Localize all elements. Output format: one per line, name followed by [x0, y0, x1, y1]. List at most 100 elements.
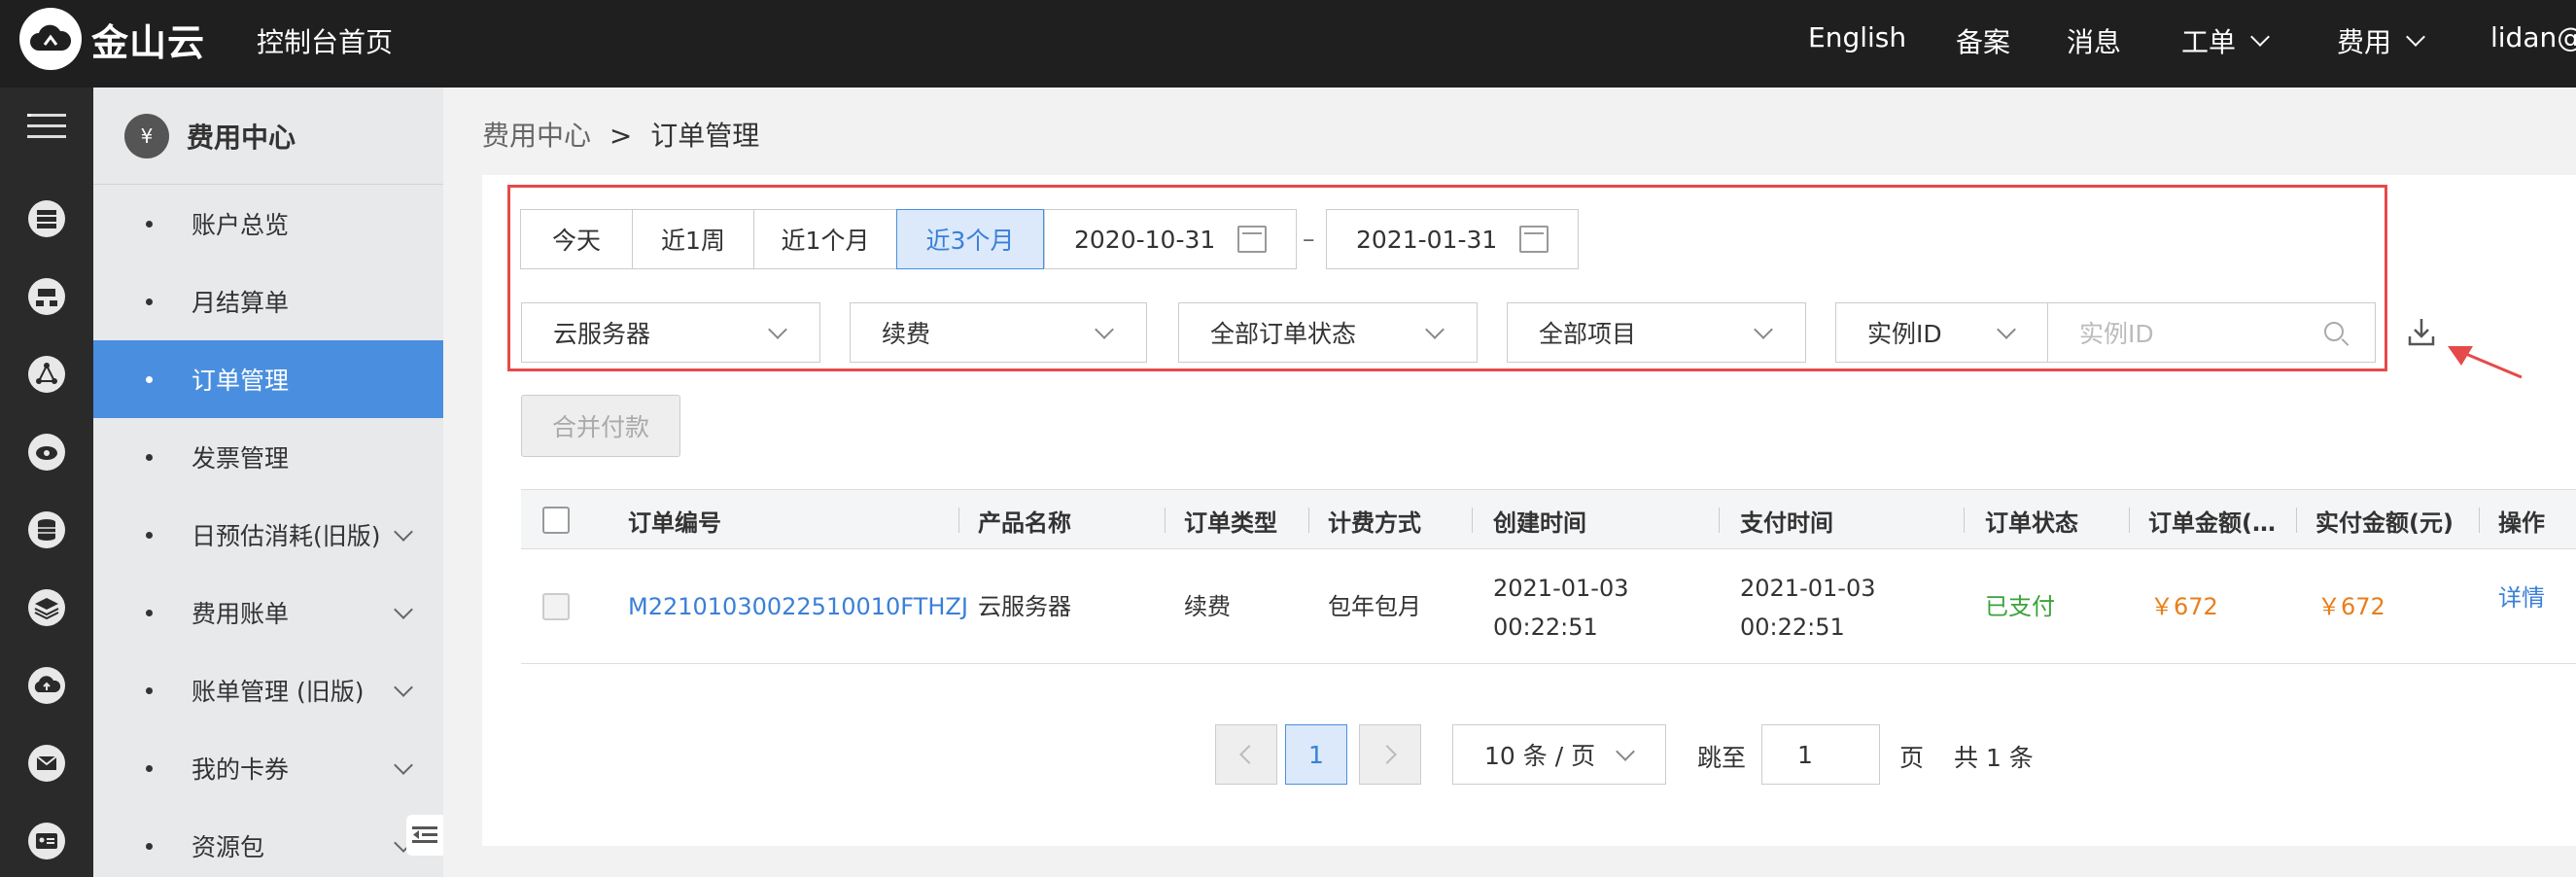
paid-amount-cell: ￥672 [2317, 593, 2385, 620]
sidebar-item-resource-packs[interactable]: 资源包 [93, 807, 443, 877]
breadcrumb-parent[interactable]: 费用中心 [482, 120, 591, 152]
instance-id-search-input[interactable]: 实例ID [2047, 302, 2376, 363]
brand-logo[interactable]: 金山云 [19, 8, 205, 70]
download-icon[interactable] [2407, 315, 2436, 348]
start-date-input[interactable]: 2020-10-31 [1044, 209, 1297, 269]
column-divider [1964, 508, 1965, 533]
network-icon[interactable] [0, 258, 93, 335]
tickets-menu[interactable]: 工单 [2181, 21, 2270, 60]
order-type-select[interactable]: 续费 [850, 302, 1147, 363]
bullet-icon [146, 453, 153, 461]
merge-payment-button[interactable]: 合并付款 [521, 395, 680, 457]
end-date-value: 2021-01-31 [1356, 225, 1498, 254]
column-header-product: 产品名称 [978, 509, 1071, 537]
product-icon-rail [0, 88, 93, 877]
collapse-sidebar-icon[interactable] [406, 815, 443, 856]
order-status-select[interactable]: 全部订单状态 [1178, 302, 1478, 363]
chevron-down-icon [394, 755, 413, 775]
bullet-icon [146, 531, 153, 539]
cloud-logo-icon [19, 8, 82, 70]
cloud-upload-icon[interactable] [0, 647, 93, 724]
column-header-order-id: 订单编号 [628, 509, 721, 537]
bullet-icon [146, 764, 153, 772]
annotation-arrow-icon [2448, 346, 2523, 379]
range-1-week-button[interactable]: 近1周 [632, 209, 754, 269]
sidebar-item-my-coupons[interactable]: 我的卡券 [93, 729, 443, 807]
paid-date: 2021-01-03 [1740, 575, 1876, 602]
chevron-down-icon [1616, 742, 1635, 761]
id-card-icon[interactable] [0, 802, 93, 877]
project-select[interactable]: 全部项目 [1507, 302, 1806, 363]
server-icon[interactable] [0, 180, 93, 258]
menu-icon[interactable] [0, 88, 93, 165]
chevron-down-icon [394, 600, 413, 619]
search-icon[interactable] [2324, 322, 2344, 341]
column-header-paid-time: 支付时间 [1740, 509, 1833, 537]
chevron-down-icon [1095, 320, 1114, 339]
layers-icon[interactable] [0, 569, 93, 647]
orders-table-header: 订单编号 产品名称 订单类型 计费方式 创建时间 支付时间 订单状态 订单金额(… [521, 489, 2576, 549]
sidebar-item-account-overview[interactable]: 账户总览 [93, 185, 443, 263]
messages-link[interactable]: 消息 [2067, 21, 2121, 60]
sidebar-item-daily-estimate[interactable]: 日预估消耗(旧版) [93, 496, 443, 574]
order-id-link[interactable]: M22101030022510010FTHZJ [628, 587, 968, 626]
status-badge: 已支付 [1985, 593, 2055, 620]
row-checkbox[interactable] [542, 593, 570, 620]
prev-page-button[interactable] [1215, 724, 1277, 785]
share-icon[interactable] [0, 335, 93, 413]
page-size-value: 10 条 / 页 [1484, 742, 1596, 770]
next-page-button[interactable] [1359, 724, 1421, 785]
database-icon[interactable] [0, 491, 93, 569]
details-link[interactable]: 详情 [2498, 579, 2545, 617]
page-unit-label: 页 [1899, 744, 1925, 772]
product-select[interactable]: 云服务器 [521, 302, 820, 363]
column-header-order-status: 订单状态 [1985, 509, 2078, 537]
column-header-created-time: 创建时间 [1493, 509, 1586, 537]
column-divider [1165, 508, 1166, 533]
end-date-input[interactable]: 2021-01-31 [1326, 209, 1579, 269]
range-3-months-button[interactable]: 近3个月 [896, 209, 1044, 269]
search-field-select-value: 实例ID [1867, 320, 1942, 348]
sidebar-item-invoice-management[interactable]: 发票管理 [93, 418, 443, 496]
sidebar-item-monthly-statement[interactable]: 月结算单 [93, 263, 443, 340]
chevron-down-icon [2406, 27, 2425, 47]
calendar-icon [1237, 226, 1267, 253]
range-1-month-button[interactable]: 近1个月 [753, 209, 897, 269]
tickets-label: 工单 [2181, 26, 2237, 58]
sidebar-item-bill-management-legacy[interactable]: 账单管理 (旧版) [93, 651, 443, 729]
mail-icon[interactable] [0, 724, 93, 802]
page-1-button[interactable]: 1 [1285, 724, 1347, 785]
filing-link[interactable]: 备案 [1956, 21, 2010, 60]
billing-method-cell: 包年包月 [1328, 593, 1421, 620]
created-clock: 00:22:51 [1493, 614, 1598, 641]
billing-label: 费用 [2337, 26, 2392, 58]
created-date: 2021-01-03 [1493, 575, 1629, 602]
sidebar-item-order-management[interactable]: 订单管理 [93, 340, 443, 418]
billing-sidebar: ¥ 费用中心 账户总览 月结算单 订单管理 发票管理 日预估消耗(旧版) 费用账… [93, 88, 443, 877]
range-today-button[interactable]: 今天 [520, 209, 633, 269]
user-menu[interactable]: lidan@ [2490, 21, 2576, 53]
column-header-order-amount: 订单金额(… [2148, 509, 2276, 537]
chevron-down-icon [1997, 320, 2016, 339]
column-divider [2479, 508, 2480, 533]
console-home-link[interactable]: 控制台首页 [257, 21, 393, 60]
sidebar-item-billing-statements[interactable]: 费用账单 [93, 574, 443, 651]
search-placeholder: 实例ID [2079, 320, 2154, 348]
page-size-select[interactable]: 10 条 / 页 [1452, 724, 1666, 785]
date-range-selector: 今天 近1周 近1个月 近3个月 [520, 209, 1044, 269]
project-select-value: 全部项目 [1539, 320, 1637, 348]
cloud-disk-icon[interactable] [0, 413, 93, 491]
select-all-checkbox[interactable] [542, 507, 570, 534]
top-nav-bar: 金山云 控制台首页 English 备案 消息 工单 费用 lidan@ [0, 0, 2576, 88]
product-cell: 云服务器 [978, 593, 1071, 620]
jump-to-page-input[interactable]: 1 [1761, 724, 1880, 785]
order-amount-cell: ￥672 [2150, 593, 2218, 620]
billing-menu[interactable]: 费用 [2337, 21, 2425, 60]
bullet-icon [146, 686, 153, 694]
column-divider [1719, 508, 1720, 533]
english-link[interactable]: English [1808, 21, 1906, 53]
sidebar-item-label: 资源包 [191, 833, 265, 861]
search-field-select[interactable]: 实例ID [1835, 302, 2049, 363]
order-type-select-value: 续费 [882, 320, 931, 348]
order-type-cell: 续费 [1184, 593, 1231, 620]
